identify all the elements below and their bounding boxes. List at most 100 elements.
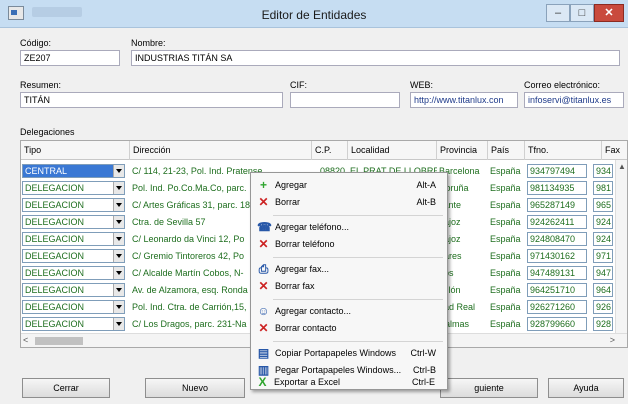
- tipo-select[interactable]: DELEGACION: [22, 198, 125, 212]
- maximize-button[interactable]: □: [570, 4, 594, 22]
- tfno-cell[interactable]: 926271260: [527, 300, 587, 314]
- tfno-cell[interactable]: 924808470: [527, 232, 587, 246]
- chevron-down-icon[interactable]: [113, 182, 124, 194]
- fax-cell[interactable]: 934: [593, 164, 613, 178]
- tipo-select[interactable]: DELEGACION: [22, 300, 125, 314]
- tipo-select[interactable]: DELEGACION: [22, 283, 125, 297]
- phone-icon: ☎: [257, 220, 272, 234]
- menu-item-borrar-fax[interactable]: ✕ Borrar fax: [253, 278, 446, 295]
- tipo-select[interactable]: DELEGACION: [22, 317, 125, 331]
- codigo-field[interactable]: ZE207: [20, 50, 120, 66]
- fax-cell[interactable]: 947: [593, 266, 613, 280]
- fax-cell[interactable]: 928: [593, 317, 613, 331]
- context-menu: + Agregar Alt-A ✕ Borrar Alt-B ☎ Agregar telé…: [250, 172, 448, 390]
- minimize-button[interactable]: –: [546, 4, 570, 22]
- tfno-cell[interactable]: 981134935: [527, 181, 587, 195]
- menu-item-agregar-telefono[interactable]: ☎ Agregar teléfono...: [253, 219, 446, 236]
- tipo-select[interactable]: DELEGACION: [22, 215, 125, 229]
- tipo-select[interactable]: DELEGACION: [22, 266, 125, 280]
- fax-cell[interactable]: 926: [593, 300, 613, 314]
- tipo-value: DELEGACION: [25, 268, 85, 278]
- delete-icon: ✕: [258, 279, 269, 293]
- tipo-select[interactable]: DELEGACION: [22, 232, 125, 246]
- tfno-cell[interactable]: 964251710: [527, 283, 587, 297]
- pais-cell[interactable]: España: [488, 231, 525, 247]
- menu-item-label: Borrar contacto: [275, 323, 337, 333]
- tfno-cell[interactable]: 965287149: [527, 198, 587, 212]
- chevron-down-icon[interactable]: [113, 216, 124, 228]
- fax-cell[interactable]: 964: [593, 283, 613, 297]
- delegaciones-label: Delegaciones: [20, 127, 75, 137]
- pais-cell[interactable]: España: [488, 180, 525, 196]
- close-button[interactable]: ✕: [594, 4, 624, 22]
- scroll-left-icon[interactable]: <: [23, 335, 28, 345]
- nuevo-button[interactable]: Nuevo: [145, 378, 245, 398]
- chevron-down-icon[interactable]: [113, 284, 124, 296]
- tipo-select[interactable]: DELEGACION: [22, 249, 125, 263]
- fax-cell[interactable]: 965: [593, 198, 613, 212]
- pais-cell[interactable]: España: [488, 282, 525, 298]
- pais-cell[interactable]: España: [488, 248, 525, 264]
- fax-cell[interactable]: 971: [593, 249, 613, 263]
- menu-separator: [273, 215, 443, 216]
- scroll-up-icon[interactable]: ▲: [616, 162, 627, 171]
- nombre-label: Nombre:: [131, 38, 166, 48]
- tfno-cell[interactable]: 928799660: [527, 317, 587, 331]
- cerrar-button[interactable]: Cerrar: [22, 378, 110, 398]
- menu-item-copiar-portapapeles[interactable]: ▤ Copiar Portapapeles Windows Ctrl-W: [253, 345, 446, 362]
- scroll-right-icon[interactable]: >: [610, 335, 615, 345]
- col-header-localidad[interactable]: Localidad: [348, 141, 437, 160]
- menu-item-exportar-excel[interactable]: X Exportar a Excel Ctrl-E: [252, 374, 445, 391]
- col-header-fax[interactable]: Fax: [602, 141, 627, 160]
- tfno-cell[interactable]: 934797494: [527, 164, 587, 178]
- chevron-down-icon[interactable]: [113, 301, 124, 313]
- col-header-pais[interactable]: País: [488, 141, 525, 160]
- menu-item-borrar-contacto[interactable]: ✕ Borrar contacto: [253, 320, 446, 337]
- chevron-down-icon[interactable]: [113, 165, 124, 177]
- scroll-thumb[interactable]: [35, 337, 83, 345]
- menu-item-agregar-contacto[interactable]: ☺ Agregar contacto...: [253, 303, 446, 320]
- menu-separator: [273, 299, 443, 300]
- web-field[interactable]: http://www.titanlux.con: [410, 92, 518, 108]
- menu-item-borrar-telefono[interactable]: ✕ Borrar teléfono: [253, 236, 446, 253]
- col-header-tfno[interactable]: Tfno.: [525, 141, 602, 160]
- pais-cell[interactable]: España: [488, 163, 525, 179]
- pais-cell[interactable]: España: [488, 265, 525, 281]
- col-header-provincia[interactable]: Provincia: [437, 141, 488, 160]
- tfno-cell[interactable]: 947489131: [527, 266, 587, 280]
- correo-field[interactable]: infoservi@titanlux.es: [524, 92, 624, 108]
- pais-cell[interactable]: España: [488, 197, 525, 213]
- pais-cell[interactable]: España: [488, 299, 525, 315]
- chevron-down-icon[interactable]: [113, 267, 124, 279]
- menu-item-shortcut: Ctrl-E: [412, 377, 435, 387]
- fax-cell[interactable]: 924: [593, 232, 613, 246]
- menu-separator: [273, 257, 443, 258]
- tipo-select[interactable]: DELEGACION: [22, 181, 125, 195]
- pais-cell[interactable]: España: [488, 214, 525, 230]
- pais-cell[interactable]: España: [488, 316, 525, 332]
- copy-icon: ▤: [257, 346, 270, 360]
- chevron-down-icon[interactable]: [113, 199, 124, 211]
- tfno-cell[interactable]: 971430162: [527, 249, 587, 263]
- fax-cell[interactable]: 981: [593, 181, 613, 195]
- tipo-select[interactable]: CENTRAL: [22, 164, 125, 178]
- col-header-cp[interactable]: C.P.: [312, 141, 348, 160]
- chevron-down-icon[interactable]: [113, 233, 124, 245]
- tfno-cell[interactable]: 924262411: [527, 215, 587, 229]
- vertical-scrollbar[interactable]: ▲ ▼: [615, 160, 627, 347]
- chevron-down-icon[interactable]: [113, 318, 124, 330]
- fax-cell[interactable]: 924: [593, 215, 613, 229]
- resumen-field[interactable]: TITÁN: [20, 92, 283, 108]
- col-header-direccion[interactable]: Dirección: [130, 141, 312, 160]
- cif-field[interactable]: [290, 92, 400, 108]
- codigo-label: Código:: [20, 38, 52, 48]
- menu-item-agregar-fax[interactable]: ⎙ Agregar fax...: [253, 261, 446, 278]
- siguiente-button[interactable]: guiente: [440, 378, 538, 398]
- ayuda-button[interactable]: Ayuda: [548, 378, 624, 398]
- col-header-tipo[interactable]: Tipo: [21, 141, 130, 160]
- fax-icon: ⎙: [258, 262, 269, 276]
- chevron-down-icon[interactable]: [113, 250, 124, 262]
- menu-item-borrar[interactable]: ✕ Borrar Alt-B: [253, 194, 446, 211]
- nombre-field[interactable]: INDUSTRIAS TITÁN SA: [131, 50, 620, 66]
- menu-item-agregar[interactable]: + Agregar Alt-A: [253, 177, 446, 194]
